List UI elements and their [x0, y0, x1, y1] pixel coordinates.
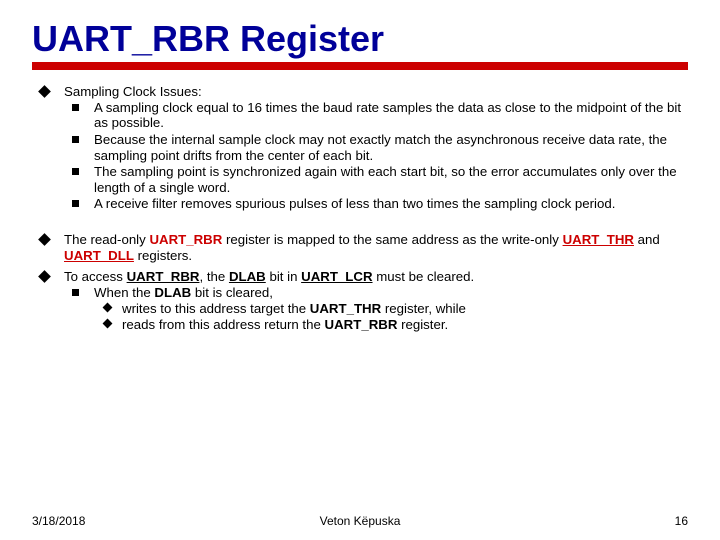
bullet-list-lvl3: writes to this address target the UART_T… — [94, 301, 688, 333]
slide: UART_RBR Register Sampling Clock Issues:… — [0, 0, 720, 540]
sub-bullet: The sampling point is synchronized again… — [64, 164, 688, 195]
bullet-rich-text: The read-only UART_RBR register is mappe… — [64, 232, 660, 263]
sub-bullet-dlab: When the DLAB bit is cleared, writes to … — [64, 285, 688, 333]
bullet-rich-text: To access UART_RBR, the DLAB bit in UART… — [64, 269, 474, 284]
sub-sub-bullet: writes to this address target the UART_T… — [94, 301, 688, 317]
bullet-access-dlab: To access UART_RBR, the DLAB bit in UART… — [32, 269, 688, 333]
sub-bullet-text: Because the internal sample clock may no… — [94, 132, 667, 163]
bullet-list-lvl2: A sampling clock equal to 16 times the b… — [64, 100, 688, 212]
slide-body: Sampling Clock Issues: A sampling clock … — [32, 84, 688, 333]
sub-sub-bullet: reads from this address return the UART_… — [94, 317, 688, 333]
slide-footer: 3/18/2018 Veton Këpuska 16 — [32, 514, 688, 528]
sub-bullet-text: A sampling clock equal to 16 times the b… — [94, 100, 681, 131]
sub-sub-bullet-rich-text: writes to this address target the UART_T… — [122, 301, 466, 316]
sub-bullet: A receive filter removes spurious pulses… — [64, 196, 688, 212]
sub-bullet: Because the internal sample clock may no… — [64, 132, 688, 163]
footer-date: 3/18/2018 — [32, 514, 85, 528]
sub-sub-bullet-rich-text: reads from this address return the UART_… — [122, 317, 448, 332]
sub-bullet-text: The sampling point is synchronized again… — [94, 164, 677, 195]
footer-page: 16 — [675, 514, 688, 528]
sub-bullet: A sampling clock equal to 16 times the b… — [64, 100, 688, 131]
bullet-list-lvl1: Sampling Clock Issues: A sampling clock … — [32, 84, 688, 333]
slide-title: UART_RBR Register — [32, 18, 688, 60]
bullet-list-lvl2: When the DLAB bit is cleared, writes to … — [64, 285, 688, 333]
bullet-readonly-mapping: The read-only UART_RBR register is mappe… — [32, 232, 688, 263]
footer-author: Veton Këpuska — [320, 514, 401, 528]
sub-bullet-rich-text: When the DLAB bit is cleared, — [94, 285, 273, 300]
sub-bullet-text: A receive filter removes spurious pulses… — [94, 196, 615, 211]
bullet-text: Sampling Clock Issues: — [64, 84, 202, 99]
title-rule — [32, 62, 688, 70]
bullet-sampling-clock: Sampling Clock Issues: A sampling clock … — [32, 84, 688, 212]
